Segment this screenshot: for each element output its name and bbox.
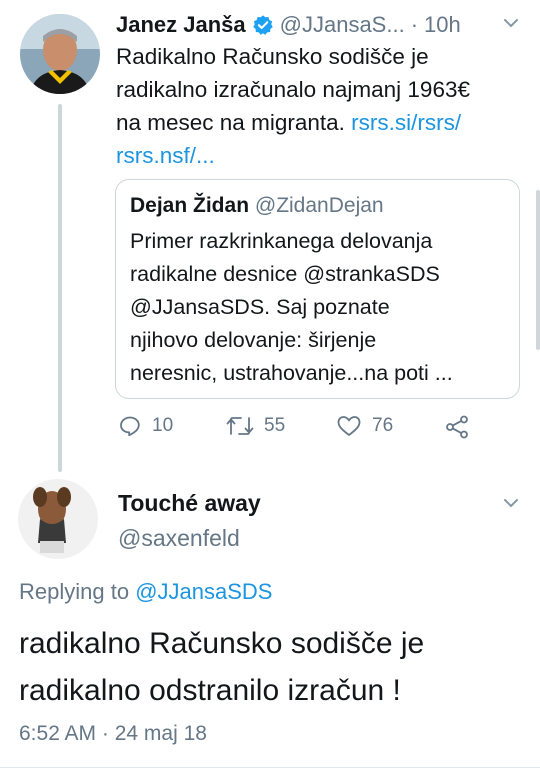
tweet-text: Radikalno Računsko sodišče je radikalno …	[116, 40, 526, 172]
tweet-text-line: radikalno izračunalo najmanj 1963€	[116, 77, 470, 102]
verified-badge-icon	[252, 15, 273, 35]
tweet-text-segment: na mesec na migranta.	[116, 110, 345, 135]
avatar[interactable]	[18, 479, 98, 559]
tweet-link-continued[interactable]: rsrs.nsf/...	[116, 139, 526, 172]
tweet-header: Janez Janša @JJansaS... · 10h	[116, 10, 516, 40]
replying-to-handle[interactable]: @JJansaSDS	[135, 579, 272, 604]
quoted-text-line: @JJansaSDS. Saj poznate	[130, 295, 390, 319]
scrollbar[interactable]	[536, 190, 540, 350]
replying-to-label: Replying to	[19, 579, 130, 604]
like-icon	[337, 416, 361, 436]
reply-button[interactable]: 10	[118, 414, 173, 438]
chevron-down-icon[interactable]	[502, 494, 520, 512]
quoted-tweet-card[interactable]: Dejan Židan @ZidanDejan Primer razkrinka…	[115, 179, 520, 399]
tweet-time[interactable]: 10h	[424, 12, 461, 38]
retweet-icon	[226, 417, 254, 435]
tweet-text-line: Radikalno Računsko sodišče je	[116, 44, 429, 69]
reply-text-line: radikalno Računsko sodišče je	[19, 627, 425, 660]
author-name[interactable]: Janez Janša	[116, 12, 246, 38]
quoted-tweet-header: Dejan Židan @ZidanDejan	[130, 194, 384, 218]
share-button[interactable]	[444, 414, 470, 440]
quoted-text-line: njihovo delovanje: širjenje	[130, 328, 377, 352]
avatar[interactable]	[20, 14, 100, 94]
chevron-down-icon[interactable]	[502, 14, 520, 32]
like-count: 76	[372, 415, 394, 436]
reply-author-name[interactable]: Touché away	[118, 490, 261, 517]
retweet-count: 55	[264, 415, 286, 436]
quoted-author-name: Dejan Židan	[130, 194, 250, 217]
quoted-text-line: radikalne desnice @strankaSDS	[130, 262, 440, 286]
replying-to: Replying to @JJansaSDS	[19, 579, 272, 605]
author-handle[interactable]: @JJansaS...	[280, 12, 405, 38]
reply-icon	[120, 416, 140, 437]
tweet-actions: 10 55 76	[116, 414, 526, 448]
like-button[interactable]: 76	[336, 414, 393, 438]
quoted-author-handle: @ZidanDejan	[254, 194, 384, 217]
reply-count: 10	[152, 415, 174, 436]
quoted-text-line: neresnic, ustrahovanje...na poti ...	[130, 361, 453, 385]
quoted-text-line: Primer razkrinkanega delovanja	[130, 229, 433, 253]
reply-text-line: radikalno odstranilo izračun !	[19, 674, 401, 707]
thread-connector-line	[58, 104, 62, 472]
reply-timestamp[interactable]: 6:52 AM · 24 maj 18	[19, 722, 207, 746]
divider	[0, 767, 540, 768]
retweet-button[interactable]: 55	[226, 414, 285, 438]
quoted-tweet-text: Primer razkrinkanega delovanja radikalne…	[130, 225, 510, 390]
tweet-text-line: na mesec na migranta. rsrs.si/rsrs/	[116, 106, 526, 139]
reply-author-handle[interactable]: @saxenfeld	[118, 525, 240, 552]
reply-text: radikalno Računsko sodišče je radikalno …	[19, 620, 524, 714]
separator-dot: ·	[410, 12, 419, 37]
share-icon	[446, 415, 468, 439]
tweet-link[interactable]: rsrs.si/rsrs/	[351, 110, 461, 135]
